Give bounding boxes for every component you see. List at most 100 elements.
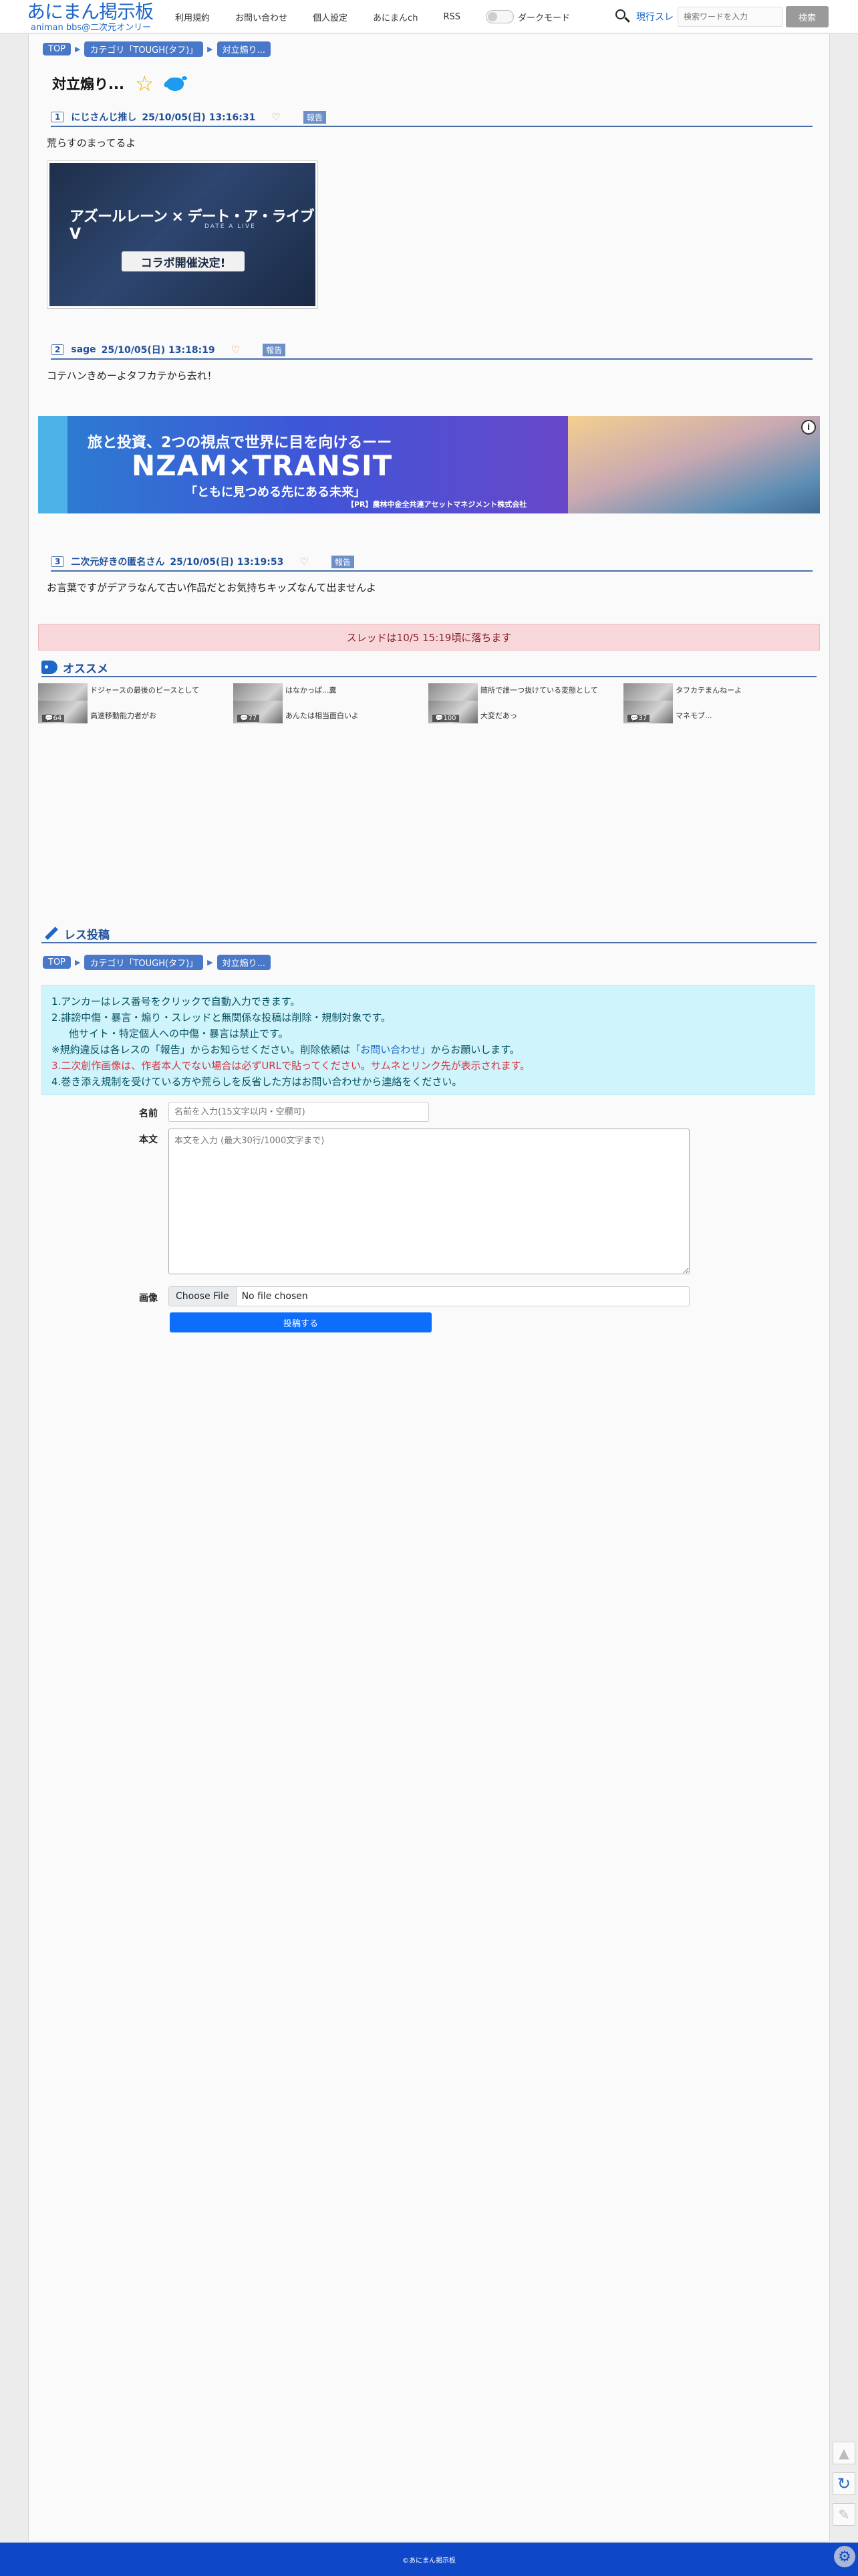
recommend-item[interactable]: 💬40 随所で誰一つ抜けている変態として bbox=[428, 683, 622, 717]
recommend-thumbnail: 💬37 bbox=[623, 701, 673, 723]
recommend-item[interactable]: 💬30 タフカテまんねーよ bbox=[623, 683, 817, 717]
header-nav: 利用規約 お問い合わせ 個人設定 あにまんch RSS ダークモード bbox=[175, 0, 570, 33]
res-number[interactable]: 3 bbox=[51, 556, 65, 567]
post-header: 1 にじさんじ推し 25/10/05(日) 13:16:31 ♡ 報告 bbox=[51, 108, 813, 127]
logo-sub-text: animan bbs@二次元オンリー bbox=[31, 23, 152, 33]
comment-count: 💬100 bbox=[432, 715, 459, 722]
post-attachment-image[interactable]: アズールレーン × デート・ア・ライブV DATE A LIVE コラボ開催決定… bbox=[47, 160, 318, 309]
res-number[interactable]: 1 bbox=[51, 112, 65, 122]
nav-terms-link[interactable]: 利用規約 bbox=[175, 11, 210, 23]
res-number[interactable]: 2 bbox=[51, 344, 65, 355]
post-date: 25/10/05(日) 13:16:31 bbox=[142, 112, 256, 123]
recommend-title: 随所で誰一つ抜けている変態として bbox=[480, 686, 598, 695]
post-header: 3 二次元好きの匿名さん 25/10/05(日) 13:19:53 ♡ 報告 bbox=[51, 553, 813, 572]
rule-1: 1.アンカーはレス番号をクリックで自動入力できます。 bbox=[51, 996, 301, 1008]
report-button[interactable]: 報告 bbox=[331, 555, 354, 568]
search-input[interactable] bbox=[678, 7, 783, 27]
reload-icon[interactable]: ↻ bbox=[833, 2472, 855, 2495]
search-icon bbox=[615, 9, 631, 25]
edit-icon[interactable]: ✎ bbox=[833, 2503, 855, 2526]
poster-name: にじさんじ推し bbox=[71, 112, 137, 123]
ad-line2: NZAM×TRANSIT bbox=[132, 449, 393, 482]
rule-report: ※規約違反は各レスの「報告」からお知らせください。削除依頼は「お問い合わせ」から… bbox=[51, 1044, 520, 1056]
scroll-top-icon[interactable]: ▲ bbox=[833, 2442, 855, 2464]
recommend-item[interactable]: 💬77 あんたは相当面白いよ bbox=[233, 701, 427, 726]
logo-main-text: あにまん掲示板 bbox=[27, 1, 154, 23]
body-textarea[interactable] bbox=[168, 1129, 690, 1274]
image-file-input[interactable]: Choose File No file chosen bbox=[168, 1286, 690, 1306]
toggle-knob bbox=[487, 12, 497, 21]
thread-expiry-notice: スレッドは10/5 15:19頃に落ちます bbox=[38, 624, 820, 651]
rule-2-sub: 他サイト・特定個人への中傷・暴言は禁止です。 bbox=[69, 1028, 289, 1040]
recommend-heading: オススメ bbox=[41, 659, 817, 677]
advertisement-banner[interactable]: 旅と投資、2つの視点で世界に目を向けるーー NZAM×TRANSIT 「ともに見… bbox=[38, 416, 820, 513]
breadcrumb-category[interactable]: カテゴリ「TOUGH(タフ)」 bbox=[84, 955, 204, 970]
thread-title: 対立煽り... bbox=[52, 76, 124, 92]
choose-file-button[interactable]: Choose File bbox=[169, 1287, 237, 1306]
favorite-star-icon[interactable]: ☆ bbox=[135, 73, 154, 94]
dark-mode-toggle[interactable] bbox=[485, 10, 514, 23]
posting-rules: 1.アンカーはレス番号をクリックで自動入力できます。 2.誹謗中傷・暴言・煽り・… bbox=[41, 985, 815, 1095]
site-header: あにまん掲示板 animan bbs@二次元オンリー 利用規約 お問い合わせ 個… bbox=[0, 0, 858, 33]
breadcrumb-thread[interactable]: 対立煽り... bbox=[217, 41, 271, 57]
nav-contact-link[interactable]: お問い合わせ bbox=[235, 11, 287, 23]
breadcrumb-arrow-icon: ▶ bbox=[75, 958, 81, 967]
site-footer: ©あにまん掲示板 bbox=[0, 2543, 858, 2576]
breadcrumb-thread[interactable]: 対立煽り... bbox=[217, 955, 271, 970]
recommend-title: はなかっぱ...糞 bbox=[285, 686, 337, 695]
rule-3: 3.二次創作画像は、作者本人でない場合は必ずURLで貼ってください。サムネとリン… bbox=[51, 1060, 531, 1072]
submit-post-button[interactable]: 投稿する bbox=[170, 1312, 432, 1332]
nav-animanch-link[interactable]: あにまんch bbox=[373, 11, 418, 23]
breadcrumb-category[interactable]: カテゴリ「TOUGH(タフ)」 bbox=[84, 41, 204, 57]
recommend-title: タフカテまんねーよ bbox=[676, 686, 742, 695]
collab-banner-image: アズールレーン × デート・ア・ライブV DATE A LIVE コラボ開催決定… bbox=[49, 163, 315, 306]
name-input[interactable] bbox=[168, 1102, 429, 1122]
hot-threads-link[interactable]: 現行スレ bbox=[636, 10, 674, 23]
report-button[interactable]: 報告 bbox=[303, 110, 326, 124]
ad-line3: 「ともに見つめる先にある未来」 bbox=[185, 485, 366, 499]
like-heart-icon[interactable]: ♡ bbox=[299, 556, 308, 568]
breadcrumb-top[interactable]: TOP bbox=[43, 43, 72, 55]
recommend-thumbnail: 💬77 bbox=[233, 701, 283, 723]
ad-pr-text: 【PR】農林中金全共連アセットマネジメント株式会社 bbox=[347, 500, 527, 509]
ad-info-icon[interactable]: i bbox=[801, 420, 816, 435]
name-label: 名前 bbox=[139, 1108, 158, 1119]
recommend-thumbnail: 💬64 bbox=[38, 701, 88, 723]
breadcrumb-arrow-icon: ▶ bbox=[207, 45, 213, 53]
recommend-item[interactable]: 💬64 高速移動能力者がお bbox=[38, 701, 232, 726]
site-logo[interactable]: あにまん掲示板 animan bbs@二次元オンリー bbox=[27, 1, 167, 33]
like-heart-icon[interactable]: ♡ bbox=[271, 111, 280, 123]
comment-count: 💬77 bbox=[237, 715, 260, 722]
reply-form-heading-label: レス投稿 bbox=[64, 928, 110, 942]
ad-photo bbox=[568, 416, 820, 513]
nav-settings-link[interactable]: 個人設定 bbox=[313, 11, 347, 23]
recommend-item[interactable]: 💬37 マネモブ... bbox=[623, 701, 817, 726]
reply-form-heading: レス投稿 bbox=[41, 925, 817, 943]
pencil-icon bbox=[41, 925, 59, 941]
breadcrumb-top[interactable]: TOP bbox=[43, 956, 72, 969]
image-label: 画像 bbox=[139, 1293, 158, 1304]
gear-icon[interactable]: ⚙ bbox=[834, 2546, 855, 2567]
recommend-item[interactable]: 💬47 はなかっぱ...糞 bbox=[233, 683, 427, 717]
rule-2: 2.誹謗中傷・暴言・煽り・スレッドと無関係な投稿は削除・規制対象です。 bbox=[51, 1012, 391, 1024]
breadcrumb-bottom: TOP ▶ カテゴリ「TOUGH(タフ)」 ▶ 対立煽り... bbox=[43, 955, 271, 970]
recommend-title: あんたは相当面白いよ bbox=[285, 711, 359, 720]
twitter-share-icon[interactable] bbox=[162, 74, 188, 94]
recommend-title: 高速移動能力者がお bbox=[90, 711, 156, 720]
attachment-line2: DATE A LIVE bbox=[204, 223, 256, 230]
report-button[interactable]: 報告 bbox=[263, 343, 286, 356]
poster-name: 二次元好きの匿名さん bbox=[71, 557, 165, 568]
dark-mode-label: ダークモード bbox=[517, 13, 570, 23]
recommend-heading-label: オススメ bbox=[63, 662, 108, 676]
post-date: 25/10/05(日) 13:18:19 bbox=[101, 345, 215, 356]
recommend-item[interactable]: 💬100 大変だあっ bbox=[428, 701, 622, 726]
search-button[interactable]: 検索 bbox=[786, 6, 829, 27]
post-body: コテハンきめーよタフカテから去れ！ bbox=[47, 370, 217, 382]
poster-name: sage bbox=[71, 344, 96, 355]
post-body: お言葉ですがデアラなんて古い作品だとお気持ちキッズなんて出ませんよ bbox=[47, 582, 377, 594]
contact-link[interactable]: 「お問い合わせ」 bbox=[350, 1044, 430, 1056]
like-heart-icon[interactable]: ♡ bbox=[231, 344, 240, 356]
recommend-item[interactable]: 💬61 ドジャースの最後のピースとして bbox=[38, 683, 232, 717]
nav-rss-link[interactable]: RSS bbox=[443, 12, 460, 22]
recommend-title: 大変だあっ bbox=[480, 711, 517, 720]
